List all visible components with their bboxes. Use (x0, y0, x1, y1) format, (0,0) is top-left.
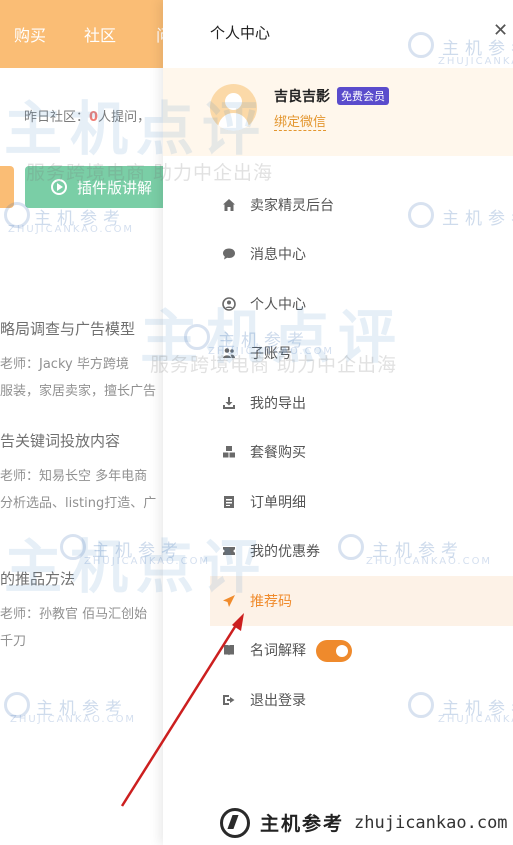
watermark-sub: ZHUJICANKAO.COM (84, 556, 211, 567)
menu-label: 消息中心 (250, 247, 306, 264)
watermark-sub: ZHUJICANKAO.COM (10, 714, 137, 725)
menu-item-messages[interactable]: 消息中心 (210, 230, 513, 280)
username: 吉良吉影 (274, 89, 330, 105)
watermark-sub: ZHUJICANKAO.COM (438, 714, 513, 725)
watermark-logo-icon (338, 534, 364, 560)
footer-brand-name: 主机参考 (260, 813, 345, 835)
menu-label: 退出登录 (250, 692, 306, 709)
watermark-slogan: 服务跨境电商 助力中企出海 (26, 162, 274, 184)
brand-logo-icon (220, 807, 250, 838)
glossary-toggle[interactable] (316, 639, 352, 662)
menu-item-package[interactable]: 套餐购买 (210, 428, 513, 478)
drawer-menu: 卖家精灵后台 消息中心 个人中心 子账号 我的导出 套餐购买 订单明细 我的优惠… (210, 180, 513, 725)
bind-wechat-link[interactable]: 绑定微信 (274, 111, 327, 131)
app-root: 购买 社区 问 昨日社区：0人提问， 插件版讲解 略局调查与广告模型 老师：Ja… (0, 0, 513, 845)
watermark-logo-icon (60, 534, 86, 560)
watermark-sub: ZHUJICANKAO.COM (366, 556, 493, 567)
logout-icon (222, 693, 236, 707)
watermark-sub: ZHUJICANKAO.COM (208, 346, 335, 357)
close-icon[interactable]: ✕ (493, 20, 508, 41)
watermark-logo-icon (184, 324, 210, 350)
menu-label: 我的导出 (250, 395, 306, 412)
menu-item-export[interactable]: 我的导出 (210, 378, 513, 428)
watermark-sub: ZHUJICANKAO.COM (8, 224, 135, 235)
menu-label: 套餐购买 (250, 445, 306, 462)
footer-url: zhujicankao.com (354, 812, 508, 833)
menu-label: 卖家精灵后台 (250, 197, 334, 214)
book-icon (222, 643, 236, 657)
menu-item-glossary[interactable]: 名词解释 (210, 626, 513, 676)
menu-item-seller-backend[interactable]: 卖家精灵后台 (210, 180, 513, 230)
footer-brand: 主机参考 zhujicankao.com (212, 800, 513, 845)
watermark-logo-icon (408, 202, 434, 228)
watermark-sub: ZHUJICANKAO.COM (438, 56, 513, 67)
home-icon (222, 198, 236, 212)
watermark-logo-icon (408, 32, 434, 58)
download-icon (222, 396, 236, 410)
message-icon (222, 247, 236, 261)
package-icon (222, 445, 236, 459)
order-icon (222, 495, 236, 509)
member-badge: 免费会员 (337, 87, 389, 105)
menu-label: 订单明细 (250, 494, 306, 511)
menu-label: 名词解释 (250, 643, 306, 660)
watermark-logo-icon (408, 692, 434, 718)
drawer-title: 个人中心 (210, 24, 271, 42)
watermark-big: 主机点评 (4, 95, 269, 163)
